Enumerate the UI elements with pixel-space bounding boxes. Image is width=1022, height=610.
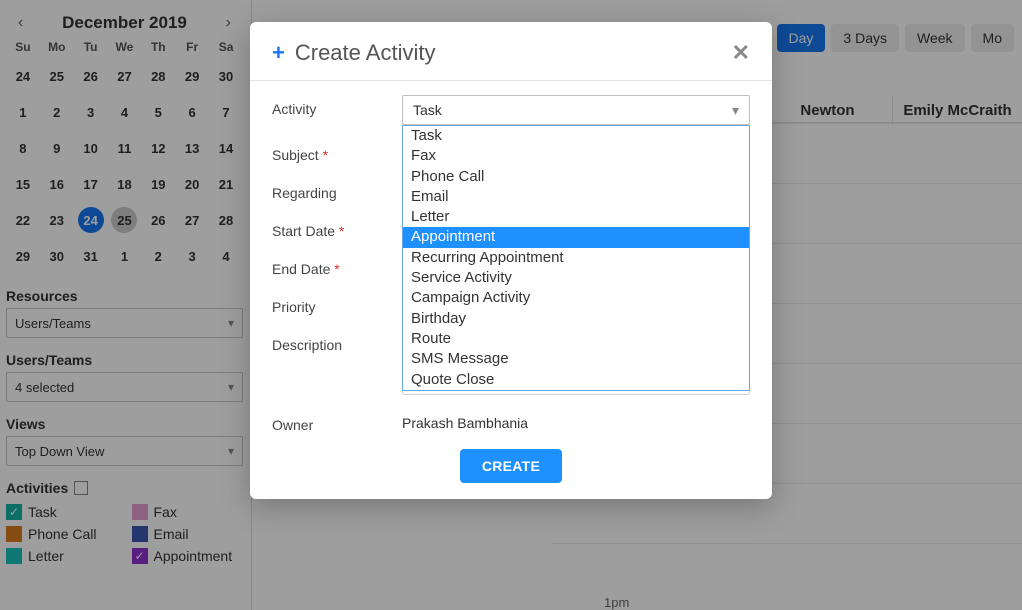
modal-overlay: + Create Activity ✕ Activity Task ▾ Task… (0, 0, 1022, 610)
activity-options[interactable]: TaskFaxPhone CallEmailLetterAppointmentR… (402, 125, 750, 391)
description-label: Description (272, 331, 402, 353)
activity-option[interactable]: Email (403, 187, 749, 207)
create-activity-modal: + Create Activity ✕ Activity Task ▾ Task… (250, 22, 772, 499)
activity-value: Task (413, 102, 442, 118)
owner-value: Prakash Bambhania (402, 411, 750, 431)
activity-option[interactable]: Fax (403, 146, 749, 166)
priority-label: Priority (272, 293, 402, 315)
activity-option[interactable]: Letter (403, 207, 749, 227)
activity-option[interactable]: Campaign Activity (403, 288, 749, 308)
activity-option[interactable]: SMS Message (403, 349, 749, 369)
regarding-label: Regarding (272, 179, 402, 201)
activity-option[interactable]: Route (403, 329, 749, 349)
plus-icon: + (272, 40, 285, 66)
owner-label: Owner (272, 411, 402, 433)
close-icon[interactable]: ✕ (732, 40, 750, 66)
activity-option[interactable]: Quote Close (403, 370, 749, 390)
subject-label: Subject * (272, 141, 402, 163)
start-date-label: Start Date * (272, 217, 402, 239)
end-date-label: End Date * (272, 255, 402, 277)
create-button[interactable]: CREATE (460, 449, 562, 483)
activity-select[interactable]: Task ▾ (402, 95, 750, 125)
chevron-down-icon: ▾ (732, 102, 739, 119)
activity-option[interactable]: Phone Call (403, 167, 749, 187)
activity-option[interactable]: Recurring Appointment (403, 248, 749, 268)
modal-title: Create Activity (295, 40, 436, 66)
activity-option[interactable]: Birthday (403, 309, 749, 329)
activity-option[interactable]: Task (403, 126, 749, 146)
activity-option[interactable]: Appointment (403, 227, 749, 247)
activity-label: Activity (272, 95, 402, 117)
activity-option[interactable]: Service Activity (403, 268, 749, 288)
